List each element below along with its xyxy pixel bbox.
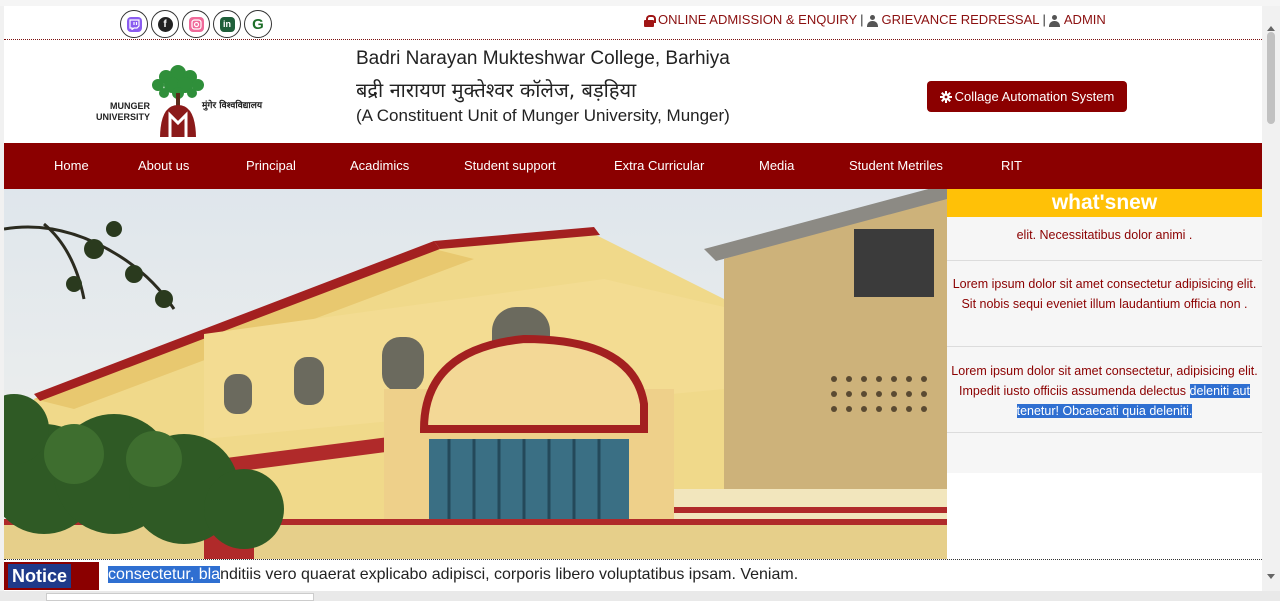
top-links: ONLINE ADMISSION & ENQUIRY | GRIEVANCE R…: [644, 12, 1106, 27]
nav-media[interactable]: Media: [759, 143, 794, 189]
nav-student-metriles[interactable]: Student Metriles: [849, 143, 943, 189]
whats-new-item[interactable]: Lorem ipsum dolor sit amet consectetur, …: [947, 347, 1262, 433]
separator: |: [860, 12, 864, 27]
notice-selected-text: consectetur, bla: [108, 566, 221, 583]
collage-automation-label: Collage Automation System: [954, 89, 1115, 104]
linkedin-icon[interactable]: in: [213, 10, 241, 38]
college-name-hi: बद्री नारायण मुक्तेश्वर कॉलेज, बड़हिया: [356, 78, 637, 102]
gear-icon: [939, 90, 952, 103]
notice-label-box: Notice: [4, 562, 99, 590]
browser-bottom-strip: [0, 591, 1280, 601]
nav-home[interactable]: Home: [54, 143, 89, 189]
nav-student-support[interactable]: Student support: [464, 143, 556, 189]
social-links: f in G: [120, 10, 272, 38]
college-title: Badri Narayan Mukteshwar College, Barhiy…: [356, 48, 730, 132]
college-building-photo: [4, 189, 947, 559]
whats-new-item-text: elit. Necessitatibus dolor animi .: [1016, 228, 1193, 242]
site-header: MUNGER UNIVERSITY मुंगेर विश्वविद्यालय B…: [4, 41, 1262, 142]
logo-text-en: MUNGER UNIVERSITY: [95, 101, 150, 122]
college-name-en: Badri Narayan Mukteshwar College, Barhiy…: [356, 48, 730, 69]
whats-new-item-text: Lorem ipsum dolor sit amet consectetur a…: [952, 277, 1257, 311]
admin-link[interactable]: ADMIN: [1064, 12, 1106, 27]
nav-extra-curricular[interactable]: Extra Curricular: [614, 143, 704, 189]
whats-new-list: elit. Necessitatibus dolor animi . Lorem…: [947, 217, 1262, 559]
whats-new-blank: [947, 473, 1262, 559]
whats-new-item[interactable]: elit. Necessitatibus dolor animi .: [947, 225, 1262, 261]
nav-principal[interactable]: Principal: [246, 143, 296, 189]
notice-text: nditiis vero quaerat explicabo adipisci,…: [220, 566, 799, 583]
twitch-icon[interactable]: [120, 10, 148, 38]
scroll-up-icon[interactable]: [1267, 26, 1275, 31]
collage-automation-button[interactable]: Collage Automation System: [927, 81, 1127, 112]
nav-rit[interactable]: RIT: [1001, 143, 1022, 189]
user-icon: [866, 14, 878, 27]
college-subtitle: (A Constituent Unit of Munger University…: [356, 106, 730, 125]
google-icon[interactable]: G: [244, 10, 272, 38]
lock-icon: [644, 14, 656, 27]
scrollbar-thumb[interactable]: [1267, 32, 1275, 124]
notice-bar: Notice consectetur, blanditiis vero quae…: [4, 559, 1262, 591]
whats-new-panel: what'snew elit. Necessitatibus dolor ani…: [947, 189, 1262, 559]
logo-text-hi: मुंगेर विश्वविद्यालय: [202, 101, 263, 111]
nav-acadimics[interactable]: Acadimics: [350, 143, 409, 189]
university-logo[interactable]: MUNGER UNIVERSITY मुंगेर विश्वविद्यालय: [90, 59, 270, 139]
separator: |: [1042, 12, 1046, 27]
page-scrollbar[interactable]: [1263, 6, 1280, 591]
nav-about-us[interactable]: About us: [138, 143, 189, 189]
college-website: f in G ONLINE ADMISSION & ENQUIRY | GRIE…: [4, 6, 1262, 591]
facebook-icon[interactable]: f: [151, 10, 179, 38]
notice-marquee[interactable]: consectetur, blanditiis vero quaerat exp…: [108, 566, 798, 584]
whats-new-item[interactable]: Lorem ipsum dolor sit amet consectetur a…: [947, 261, 1262, 347]
grievance-link[interactable]: GRIEVANCE REDRESSAL: [882, 12, 1040, 27]
whats-new-item-empty: [947, 433, 1262, 473]
top-bar: f in G ONLINE ADMISSION & ENQUIRY | GRIE…: [4, 6, 1262, 40]
online-admission-link[interactable]: ONLINE ADMISSION & ENQUIRY: [658, 12, 857, 27]
notice-label: Notice: [8, 564, 72, 588]
scroll-down-icon[interactable]: [1267, 574, 1275, 579]
user-icon: [1048, 14, 1060, 27]
whats-new-title: what'snew: [947, 189, 1262, 217]
instagram-icon[interactable]: [182, 10, 210, 38]
tree-logo-icon: [152, 65, 204, 139]
taskbar-item[interactable]: [46, 593, 314, 601]
main-nav: Home About us Principal Acadimics Studen…: [4, 143, 1262, 189]
